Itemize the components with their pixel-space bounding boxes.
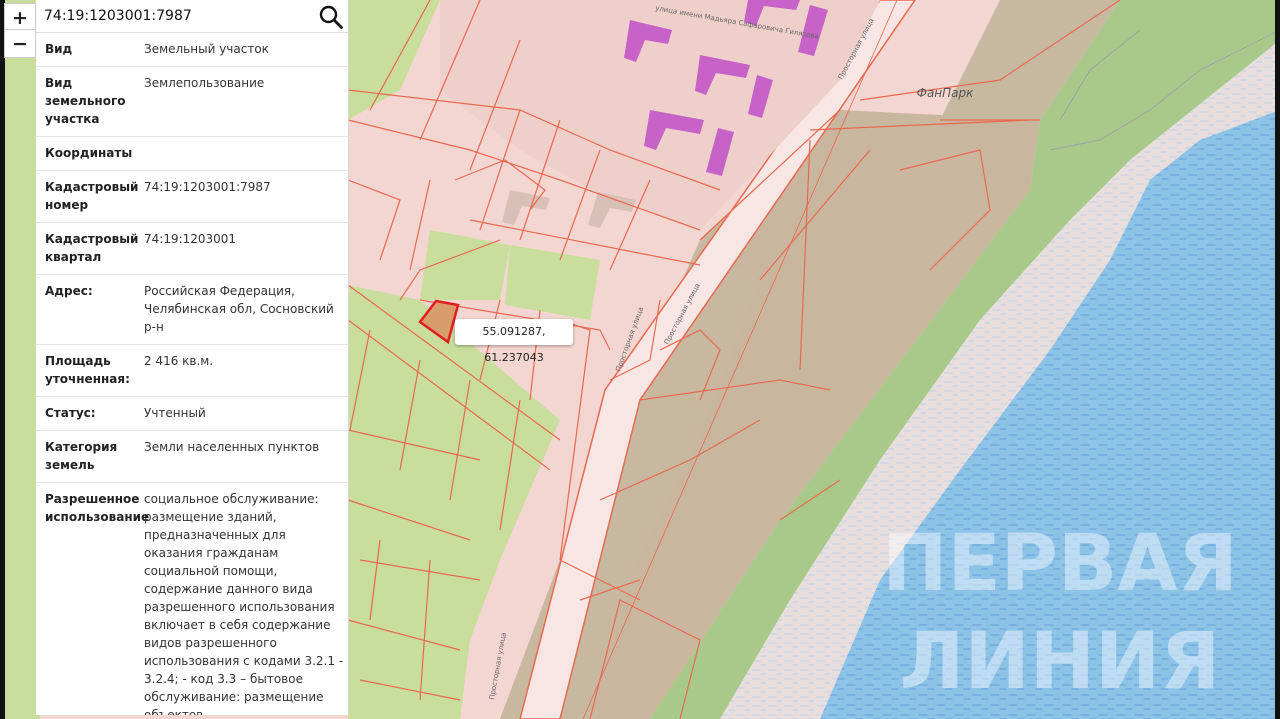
detail-value: Земли населенных пунктов <box>144 440 320 454</box>
detail-key: Кадастровый квартал <box>45 232 139 264</box>
detail-key: Вид земельного участка <box>45 76 126 126</box>
search-input[interactable] <box>42 7 306 25</box>
detail-value: Российская Федерация, Челябинская обл, С… <box>144 284 334 334</box>
detail-value: Учтенный <box>144 406 206 420</box>
search-bar <box>36 0 348 33</box>
detail-row-type: Вид Земельный участок <box>36 33 348 67</box>
left-green-strip <box>0 0 40 719</box>
detail-key: Кадастровый номер <box>45 180 139 212</box>
detail-value <box>144 144 348 162</box>
zoom-out-label: − <box>12 32 28 55</box>
detail-row-area: Площадь уточненная: 2 416 кв.м. <box>36 345 348 397</box>
coordinate-popup: 55.091287, 61.237043 <box>455 319 573 364</box>
detail-row-address: Адрес: Российская Федерация, Челябинская … <box>36 275 348 345</box>
detail-row-cadastral-quarter: Кадастровый квартал 74:19:1203001 <box>36 223 348 275</box>
detail-value: Земельный участок <box>144 42 269 56</box>
watermark-line2: ЛИНИЯ <box>900 617 1221 707</box>
frame-left-edge <box>0 0 5 719</box>
place-label-fanpark: ФанПарк <box>917 86 975 100</box>
parcel-details-list: Вид Земельный участок Вид земельного учас… <box>36 33 348 715</box>
detail-value: 2 416 кв.м. <box>144 354 214 368</box>
watermark-line1: ПЕРВАЯ <box>882 519 1238 609</box>
detail-key: Адрес: <box>45 284 93 298</box>
detail-row-land-category: Категория земель Земли населенных пунктов <box>36 431 348 483</box>
detail-key: Категория земель <box>45 440 118 472</box>
zoom-out-button[interactable]: − <box>4 29 36 58</box>
detail-row-coordinates[interactable]: Координаты <box>36 137 348 171</box>
detail-value: 74:19:1203001:7987 <box>144 180 271 194</box>
detail-key: Разрешенное использование <box>45 492 150 524</box>
parcel-info-panel: Вид Земельный участок Вид земельного учас… <box>36 0 349 715</box>
detail-key: Статус: <box>45 406 96 420</box>
detail-value: 74:19:1203001 <box>144 232 237 246</box>
search-icon[interactable] <box>318 4 344 30</box>
detail-row-status: Статус: Учтенный <box>36 397 348 431</box>
zoom-in-button[interactable]: + <box>4 3 36 32</box>
detail-value: социальное обслуживание: размещение здан… <box>144 492 344 715</box>
frame-right-edge <box>1275 0 1280 719</box>
detail-row-land-type: Вид земельного участка Землепользование <box>36 67 348 137</box>
detail-value: Землепользование <box>144 76 265 90</box>
detail-row-cadastral-number: Кадастровый номер 74:19:1203001:7987 <box>36 171 348 223</box>
zoom-in-label: + <box>12 6 28 29</box>
detail-key: Координаты <box>45 146 133 160</box>
detail-key: Вид <box>45 42 73 56</box>
detail-row-permitted-use: Разрешенное использование социальное обсл… <box>36 483 348 715</box>
detail-key: Площадь уточненная: <box>45 354 130 386</box>
